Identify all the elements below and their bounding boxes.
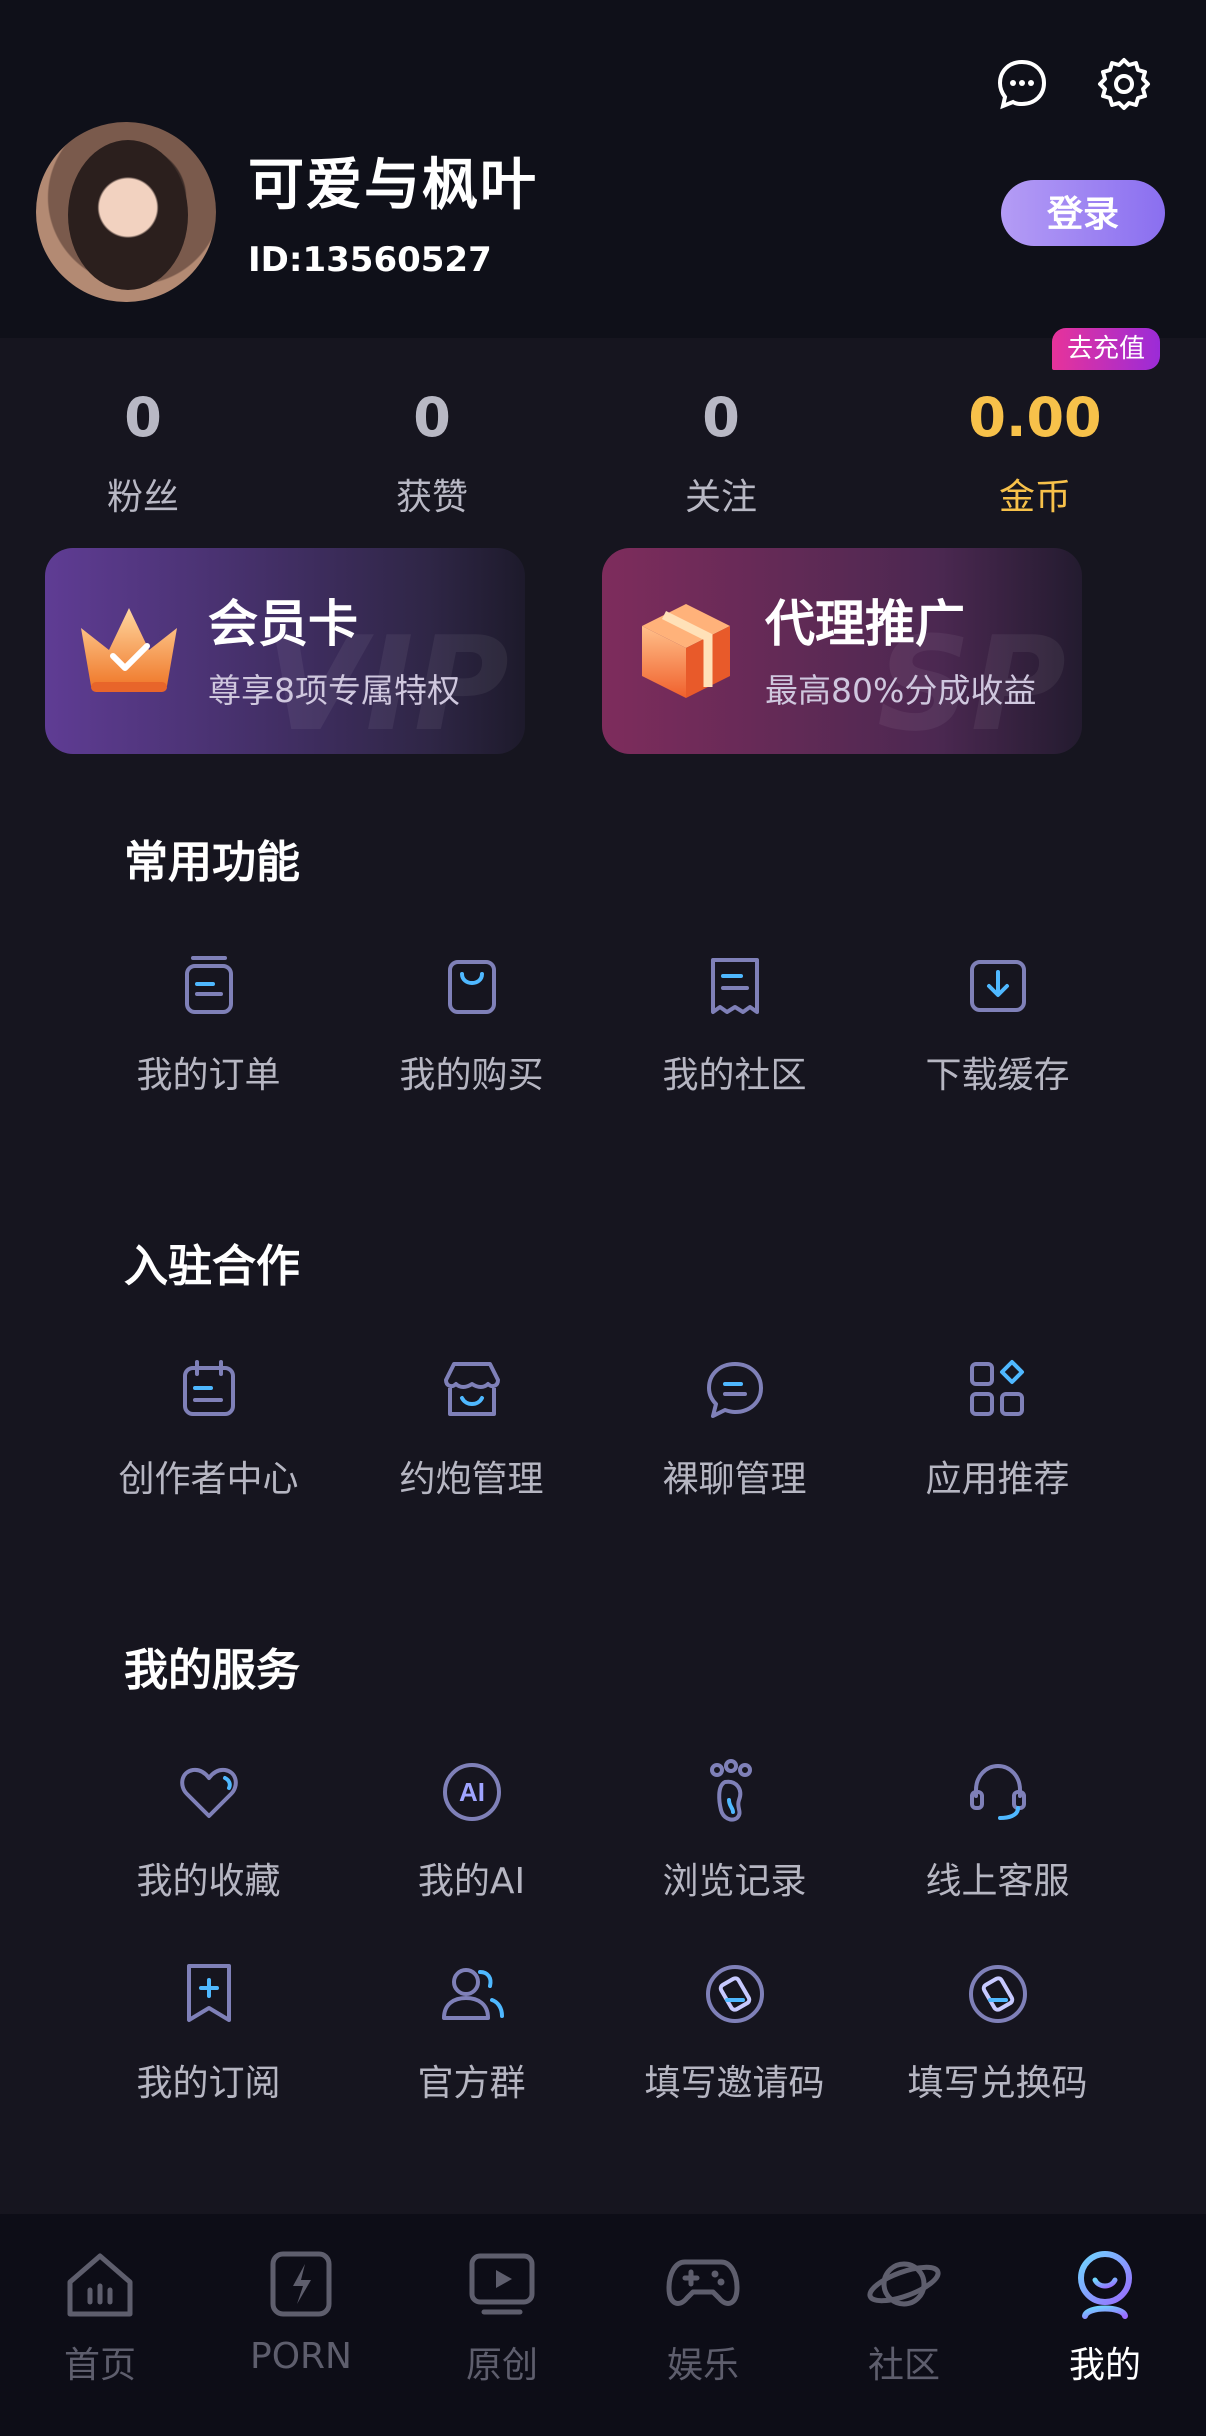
app-recommend-item[interactable]: 应用推荐 <box>866 1354 1129 1502</box>
my-community-item[interactable]: 我的社区 <box>603 950 866 1098</box>
agent-card[interactable]: SP 代理推广 最高80%分成收益 <box>602 548 1082 754</box>
vip-title: 会员卡 <box>208 595 358 653</box>
home-icon <box>67 2253 133 2317</box>
svg-text:AI: AI <box>459 1777 485 1807</box>
chat-bubble-icon <box>706 1362 763 1418</box>
item-label: 下载缓存 <box>925 1055 1070 1096</box>
tab-label: 我的 <box>1068 2345 1141 2386</box>
my-orders-item[interactable]: 我的订单 <box>77 950 340 1098</box>
official-group-item[interactable]: 官方群 <box>340 1958 603 2106</box>
settings-icon[interactable] <box>1096 56 1152 112</box>
item-label: 官方群 <box>417 2063 526 2104</box>
hookup-management-item[interactable]: 约炮管理 <box>340 1354 603 1502</box>
item-label: 裸聊管理 <box>662 1459 807 1500</box>
stat-value: 0 <box>124 386 162 449</box>
tab-label: 原创 <box>465 2345 538 2386</box>
stat-label: 关注 <box>684 477 757 518</box>
creator-center-item[interactable]: 创作者中心 <box>77 1354 340 1502</box>
coupon-icon <box>705 1965 764 2023</box>
login-button[interactable]: 登录 <box>1001 180 1165 246</box>
ai-icon: AI <box>442 1763 501 1821</box>
item-label: 浏览记录 <box>662 1861 807 1902</box>
shopping-bag-icon <box>447 960 496 1014</box>
message-icon[interactable] <box>994 56 1050 112</box>
invite-code-item[interactable]: 填写邀请码 <box>603 1958 866 2106</box>
stat-label: 粉丝 <box>106 477 179 518</box>
section-title-common: 常用功能 <box>124 837 300 888</box>
item-label: 创作者中心 <box>118 1459 299 1500</box>
lightning-card-icon <box>270 2251 332 2317</box>
user-id: ID:13560527 <box>248 240 492 280</box>
headset-icon <box>969 1763 1026 1820</box>
tab-community[interactable]: 社区 <box>804 2244 1004 2388</box>
stat-value: 0 <box>413 386 451 449</box>
bookmark-plus-icon <box>186 1964 231 2022</box>
stat-value: 0 <box>702 386 740 449</box>
vip-card[interactable]: VIP 会员卡 尊享8项专属特权 <box>45 548 525 754</box>
my-favorites-item[interactable]: 我的收藏 <box>77 1756 340 1904</box>
section-title-services: 我的服务 <box>124 1645 300 1696</box>
item-label: 填写邀请码 <box>644 2063 825 2104</box>
redeem-code-item[interactable]: 填写兑换码 <box>866 1958 1129 2106</box>
item-label: 我的社区 <box>662 1055 807 1096</box>
planet-icon <box>867 2261 941 2307</box>
heart-icon <box>179 1767 238 1818</box>
item-label: 我的收藏 <box>136 1861 281 1902</box>
tab-home[interactable]: 首页 <box>0 2244 200 2388</box>
profile-face-icon <box>1078 2251 1132 2319</box>
item-label: 填写兑换码 <box>907 2063 1088 2104</box>
tab-label: 社区 <box>867 2345 940 2386</box>
order-icon <box>184 956 233 1014</box>
receipt-icon <box>710 958 759 1014</box>
username: 可爱与枫叶 <box>248 153 538 218</box>
tab-original[interactable]: 原创 <box>402 2244 602 2388</box>
tab-label: 娱乐 <box>666 2345 739 2386</box>
video-chat-management-item[interactable]: 裸聊管理 <box>603 1354 866 1502</box>
browse-history-item[interactable]: 浏览记录 <box>603 1756 866 1904</box>
my-purchases-item[interactable]: 我的购买 <box>340 950 603 1098</box>
video-play-icon <box>469 2253 535 2315</box>
store-icon <box>443 1362 500 1416</box>
item-label: 我的购买 <box>399 1055 544 1096</box>
stat-label: 获赞 <box>395 477 468 518</box>
download-cache-item[interactable]: 下载缓存 <box>866 950 1129 1098</box>
agent-title: 代理推广 <box>765 595 965 653</box>
agent-subtitle: 最高80%分成收益 <box>765 671 1037 710</box>
section-title-cooperation: 入驻合作 <box>124 1241 300 1292</box>
item-label: 我的订单 <box>136 1055 281 1096</box>
users-icon <box>441 1968 504 2020</box>
gamepad-icon <box>666 2259 740 2306</box>
recharge-badge[interactable]: 去充值 <box>1052 328 1160 370</box>
tab-label: PORN <box>250 2336 352 2377</box>
my-subscriptions-item[interactable]: 我的订阅 <box>77 1958 340 2106</box>
item-label: 我的AI <box>417 1861 526 1902</box>
tab-entertainment[interactable]: 娱乐 <box>603 2244 803 2388</box>
gift-box-icon <box>642 604 730 698</box>
stat-following[interactable]: 0 关注 <box>621 388 821 520</box>
crown-icon <box>81 608 177 692</box>
item-label: 线上客服 <box>925 1861 1070 1902</box>
app-grid-icon <box>969 1360 1024 1416</box>
my-ai-item[interactable]: AI 我的AI <box>340 1756 603 1904</box>
avatar[interactable] <box>36 122 216 302</box>
customer-service-item[interactable]: 线上客服 <box>866 1756 1129 1904</box>
coupon-icon <box>968 1965 1027 2023</box>
footprint-icon <box>709 1759 752 1822</box>
item-label: 应用推荐 <box>925 1459 1070 1500</box>
vip-subtitle: 尊享8项专属特权 <box>208 671 460 710</box>
stat-likes[interactable]: 0 获赞 <box>332 388 532 520</box>
download-icon <box>969 960 1026 1012</box>
stat-coins[interactable]: 0.00 金币 <box>935 388 1135 520</box>
stat-fans[interactable]: 0 粉丝 <box>43 388 243 520</box>
profile-header: 可爱与枫叶 ID:13560527 登录 <box>0 0 1206 338</box>
stat-value: 0.00 <box>968 386 1102 449</box>
stat-label: 金币 <box>998 477 1071 518</box>
tab-label: 首页 <box>63 2345 136 2386</box>
calendar-icon <box>182 1360 235 1416</box>
item-label: 我的订阅 <box>136 2063 281 2104</box>
tab-porn[interactable]: PORN <box>201 2244 401 2377</box>
tab-mine[interactable]: 我的 <box>1005 2244 1205 2388</box>
bottom-tab-bar: 首页 PORN 原创 娱乐 社区 我的 <box>0 2214 1206 2436</box>
item-label: 约炮管理 <box>399 1459 544 1500</box>
